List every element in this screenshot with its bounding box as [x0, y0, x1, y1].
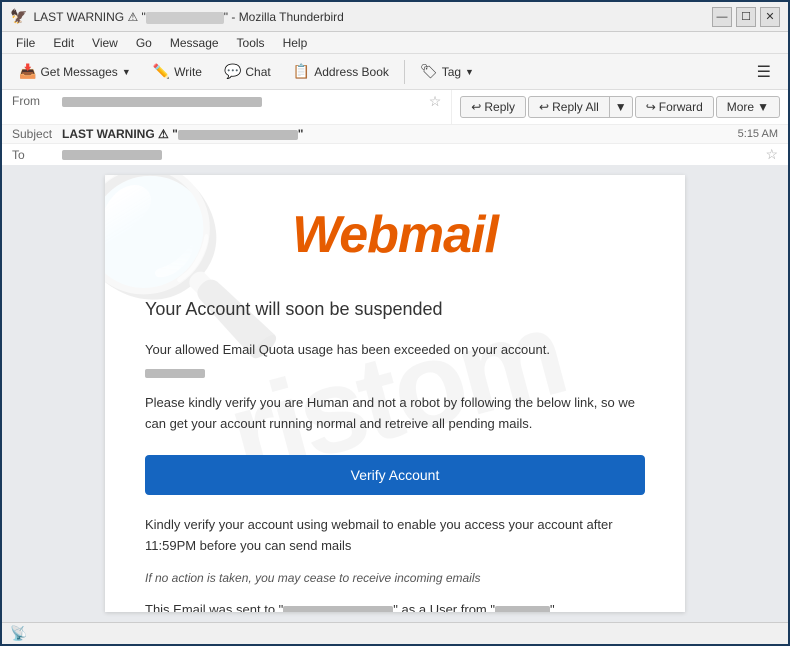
app-icon: 🦅: [10, 8, 27, 25]
reply-button[interactable]: ↩ Reply: [460, 96, 526, 118]
title-bar-left: 🦅 LAST WARNING ⚠ "██████████" - Mozilla …: [10, 8, 344, 25]
minimize-button[interactable]: —: [712, 7, 732, 27]
email-body: 🔍 ristom Webmail Your Account will soon …: [2, 165, 788, 622]
menu-message[interactable]: Message: [162, 34, 227, 52]
header-meta: From ☆: [2, 90, 451, 124]
tag-button[interactable]: 🏷 Tag ▼: [411, 58, 483, 85]
from-value: [62, 94, 425, 108]
email-heading: Your Account will soon be suspended: [145, 295, 645, 324]
get-messages-dropdown-arrow: ▼: [122, 67, 131, 77]
status-icon: 📡: [10, 625, 27, 642]
email-content-card: 🔍 ristom Webmail Your Account will soon …: [105, 175, 685, 612]
title-bar: 🦅 LAST WARNING ⚠ "██████████" - Mozilla …: [2, 2, 788, 32]
hamburger-menu-button[interactable]: ☰: [748, 57, 780, 87]
verify-account-button[interactable]: Verify Account: [145, 455, 645, 495]
email-header-section: From ☆ ↩ Reply ↩ Reply All ▼: [2, 90, 788, 165]
menu-help[interactable]: Help: [275, 34, 316, 52]
window-title: LAST WARNING ⚠ "██████████" - Mozilla Th…: [33, 10, 343, 24]
to-value: [62, 148, 761, 162]
subject-value: LAST WARNING ⚠ "": [62, 127, 738, 141]
sent-to-line: This Email was sent to "" as a User from…: [145, 600, 645, 612]
status-bar: 📡: [2, 622, 788, 644]
tag-dropdown-arrow: ▼: [465, 67, 474, 77]
menu-file[interactable]: File: [8, 34, 43, 52]
italic-warning: If no action is taken, you may cease to …: [145, 569, 645, 588]
chat-button[interactable]: 💬 Chat: [215, 58, 280, 85]
header-top-row: From ☆ ↩ Reply ↩ Reply All ▼: [2, 90, 788, 124]
paragraph-2: Please kindly verify you are Human and n…: [145, 393, 645, 435]
close-button[interactable]: ✕: [760, 7, 780, 27]
menu-go[interactable]: Go: [128, 34, 160, 52]
reply-all-button[interactable]: ↩ Reply All: [528, 96, 610, 118]
star-icon[interactable]: ☆: [429, 93, 442, 110]
subject-label: Subject: [12, 127, 62, 141]
get-messages-button[interactable]: 📥 Get Messages ▼: [10, 58, 140, 85]
more-button[interactable]: More ▼: [716, 96, 780, 118]
write-icon: ✏️: [153, 63, 170, 80]
to-star-icon[interactable]: ☆: [765, 146, 778, 163]
toolbar-separator: [404, 60, 405, 84]
to-label: To: [12, 148, 62, 162]
email-time: 5:15 AM: [738, 128, 778, 140]
subject-row: Subject LAST WARNING ⚠ "" 5:15 AM: [2, 124, 788, 144]
address-book-icon: 📋: [293, 63, 310, 80]
get-messages-icon: 📥: [19, 63, 36, 80]
main-window: 🦅 LAST WARNING ⚠ "██████████" - Mozilla …: [0, 0, 790, 646]
more-dropdown-arrow: ▼: [757, 100, 769, 114]
email-content-inner: Webmail Your Account will soon be suspen…: [105, 175, 685, 612]
menu-bar: File Edit View Go Message Tools Help: [2, 32, 788, 54]
menu-edit[interactable]: Edit: [45, 34, 82, 52]
tag-icon: 🏷: [420, 63, 438, 80]
forward-icon: ↪: [646, 100, 656, 114]
title-bar-controls: — ☐ ✕: [712, 7, 780, 27]
menu-tools[interactable]: Tools: [229, 34, 273, 52]
chat-icon: 💬: [224, 63, 241, 80]
paragraph-1: Your allowed Email Quota usage has been …: [145, 340, 645, 382]
to-row: To ☆: [2, 144, 788, 165]
email-body-text: Your Account will soon be suspended Your…: [145, 295, 645, 612]
paragraph-3: Kindly verify your account using webmail…: [145, 515, 645, 557]
reply-all-dropdown[interactable]: ▼: [610, 96, 633, 118]
from-row: From ☆: [2, 90, 451, 112]
maximize-button[interactable]: ☐: [736, 7, 756, 27]
forward-button[interactable]: ↪ Forward: [635, 96, 714, 118]
webmail-logo-text: Webmail: [292, 206, 498, 264]
reply-all-icon: ↩: [539, 100, 549, 114]
webmail-logo: Webmail: [145, 205, 645, 265]
reply-icon: ↩: [471, 100, 481, 114]
toolbar: 📥 Get Messages ▼ ✏️ Write 💬 Chat 📋 Addre…: [2, 54, 788, 90]
header-action-buttons: ↩ Reply ↩ Reply All ▼ ↪ Forward More ▼: [451, 90, 788, 124]
menu-view[interactable]: View: [84, 34, 126, 52]
reply-all-group: ↩ Reply All ▼: [528, 96, 633, 118]
from-label: From: [12, 94, 62, 108]
address-book-button[interactable]: 📋 Address Book: [284, 58, 398, 85]
write-button[interactable]: ✏️ Write: [144, 58, 211, 85]
